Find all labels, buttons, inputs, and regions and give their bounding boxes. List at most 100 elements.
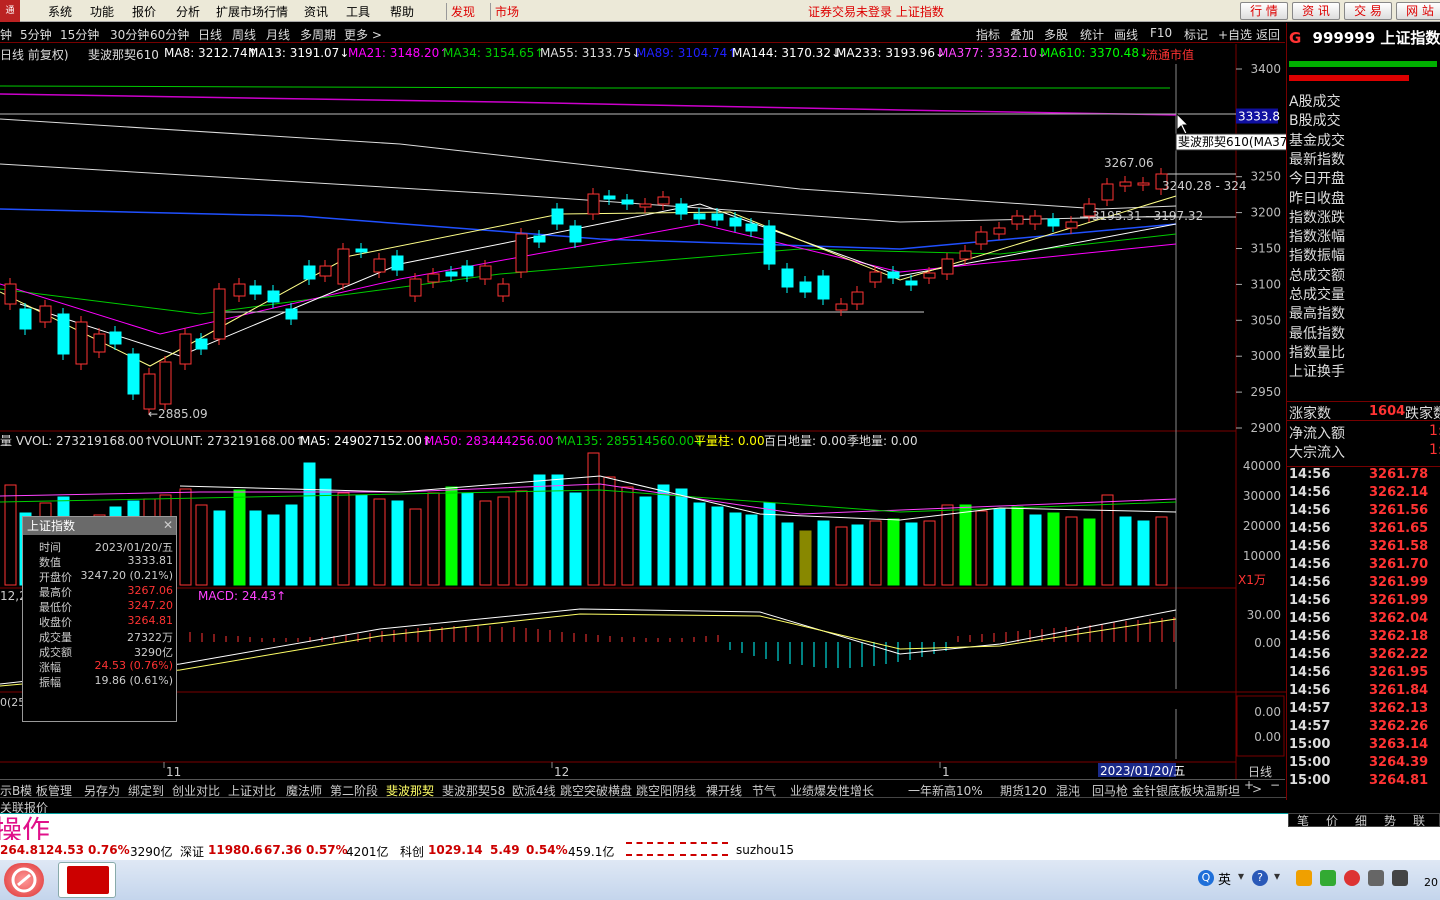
- volume-bar: [479, 500, 492, 586]
- volume-bar: [337, 492, 350, 586]
- period-tab[interactable]: 多周期: [300, 26, 336, 43]
- info-key: 时间: [39, 541, 61, 554]
- period-tab[interactable]: 更多 >: [344, 26, 382, 43]
- right-tab[interactable]: 细: [1355, 812, 1367, 829]
- tick-price: 3261.84: [1369, 683, 1429, 698]
- candle-body: [39, 305, 52, 323]
- toolbar-button[interactable]: 多股: [1044, 26, 1068, 43]
- macd-axis-label: 0.00: [1254, 636, 1281, 650]
- status-bar: 264.81 24.53 0.76% 3290亿 深证 11980.6 67.36 0.57%…: [0, 840, 1440, 860]
- ime-indicator[interactable]: 英: [1218, 869, 1231, 888]
- menu-item[interactable]: 报价: [132, 3, 156, 20]
- status-item: 1029.14: [428, 843, 483, 857]
- shield-icon[interactable]: [1296, 870, 1312, 886]
- g-icon[interactable]: G: [1289, 29, 1301, 47]
- right-tab[interactable]: 笔: [1297, 812, 1309, 829]
- kline-chart[interactable]: 3400 3250 3200 3150 3100 3050 3000 2950 2900 3333…: [0, 44, 1286, 779]
- period-tab[interactable]: 日线: [198, 26, 222, 43]
- candle-body: [693, 213, 706, 220]
- menu-item-highlight[interactable]: 市场: [490, 3, 519, 20]
- volume-bar: [1119, 516, 1132, 586]
- tick-price: 3264.81: [1369, 773, 1429, 788]
- clock[interactable]: 20: [1424, 876, 1438, 889]
- period-tab[interactable]: 60分钟: [150, 26, 189, 43]
- annotation-low: ←2885.09: [148, 407, 208, 421]
- tick-price: 3261.58: [1369, 539, 1429, 554]
- right-tab[interactable]: 势: [1384, 812, 1396, 829]
- toolbar-button[interactable]: 画线: [1114, 26, 1138, 43]
- candle-body: [479, 265, 492, 280]
- volume-bar: [675, 488, 688, 586]
- volume-bar: [745, 514, 758, 586]
- menu-item[interactable]: 工具: [346, 3, 370, 20]
- menu-item[interactable]: 分析: [176, 3, 200, 20]
- volume-bar: [587, 452, 600, 586]
- candle-body: [551, 208, 564, 225]
- status-item: 67.36: [264, 843, 302, 857]
- period-tab[interactable]: 钟: [0, 26, 12, 43]
- price-axis-label: 3150: [1250, 242, 1281, 256]
- tray-arrow-icon[interactable]: ▾: [1274, 869, 1280, 883]
- info-key: 最低价: [39, 601, 72, 614]
- quote-field-label: A股成交: [1289, 94, 1341, 110]
- top-nav-button[interactable]: 交 易: [1344, 2, 1392, 20]
- data-window[interactable]: 上证指数 ✕ 时间 2023/01/20/五 数值 3333.81 开盘价 3247.20…: [22, 516, 177, 722]
- app-taskbar-button[interactable]: [58, 862, 116, 898]
- quote-field-label: 最高指数: [1289, 306, 1345, 323]
- right-tab[interactable]: 价: [1326, 812, 1338, 829]
- rise-fall-row: 涨家数 1604 跌家数: [1287, 401, 1440, 421]
- menu-item[interactable]: 系统: [48, 3, 72, 20]
- volume-icon[interactable]: [1368, 870, 1384, 886]
- search-icon[interactable]: Q: [1198, 870, 1214, 886]
- menu-item[interactable]: 资讯: [304, 3, 328, 20]
- top-nav-button[interactable]: 行 情: [1240, 2, 1288, 20]
- toolbar-button[interactable]: 标记: [1184, 26, 1208, 43]
- toolbar-button[interactable]: 指标: [976, 26, 1000, 43]
- toolbar-button[interactable]: 统计: [1080, 26, 1104, 43]
- candle-body: [835, 303, 848, 311]
- menu-bar: 通 系统 功能 报价 分析 扩展市场行情 资讯 工具 帮助 发现 市场 证券交易未登录 上证指数 …: [0, 0, 1440, 22]
- period-tab[interactable]: 5分钟: [20, 26, 52, 43]
- status-item: 264.81: [0, 843, 47, 857]
- menu-item-highlight[interactable]: 发现: [446, 3, 475, 20]
- toolbar-button[interactable]: 返回: [1256, 26, 1280, 43]
- menu-item[interactable]: 功能: [90, 3, 114, 20]
- annotation-range: 3240.28 - 324: [1162, 179, 1247, 193]
- top-nav-button[interactable]: 网 站: [1396, 2, 1440, 20]
- tick-row: 14:56 3261.58: [1289, 539, 1439, 557]
- period-tab[interactable]: 月线: [266, 26, 290, 43]
- start-button-icon[interactable]: [4, 863, 44, 897]
- tray-menu-icon[interactable]: ▾: [1238, 869, 1244, 883]
- volume-bar: [285, 504, 298, 586]
- tick-price: 3262.18: [1369, 629, 1429, 644]
- top-nav-button[interactable]: 资 讯: [1292, 2, 1340, 20]
- period-tab[interactable]: 15分钟: [60, 26, 99, 43]
- volume-bar: [355, 494, 368, 586]
- sub-tab-row: 关联报价: [0, 797, 1286, 815]
- breadth-bar-1: [626, 842, 674, 856]
- antivirus-icon[interactable]: [1344, 870, 1360, 886]
- candle-body: [75, 321, 88, 365]
- toolbar-button[interactable]: 叠加: [1010, 26, 1034, 43]
- period-tab[interactable]: 30分钟: [110, 26, 149, 43]
- toolbar-button[interactable]: F10: [1150, 26, 1172, 40]
- network-icon[interactable]: [1320, 870, 1336, 886]
- help-icon[interactable]: ?: [1252, 870, 1268, 886]
- display-icon[interactable]: [1392, 870, 1408, 886]
- candle-body: [675, 203, 688, 215]
- volume-bar: [249, 510, 262, 586]
- right-tab[interactable]: 联: [1413, 812, 1425, 829]
- tick-list[interactable]: 14:56 3261.78 14:56 3262.14 14:56 3261.56 14:5…: [1287, 466, 1440, 792]
- ratio-bar-green: [1289, 61, 1437, 67]
- period-tab[interactable]: 周线: [232, 26, 256, 43]
- close-icon[interactable]: ✕: [163, 518, 173, 532]
- info-value: 2023/01/20/五: [94, 541, 173, 554]
- zoom-button[interactable]: −: [1270, 778, 1280, 792]
- menu-item[interactable]: 帮助: [390, 3, 414, 20]
- info-key: 最高价: [39, 586, 72, 599]
- volume-bar: [1101, 494, 1114, 586]
- zoom-button[interactable]: +: [1244, 778, 1254, 792]
- menu-item[interactable]: 扩展市场行情: [216, 3, 288, 20]
- tick-price: 3261.56: [1369, 503, 1429, 518]
- toolbar-button[interactable]: +自选: [1218, 26, 1252, 43]
